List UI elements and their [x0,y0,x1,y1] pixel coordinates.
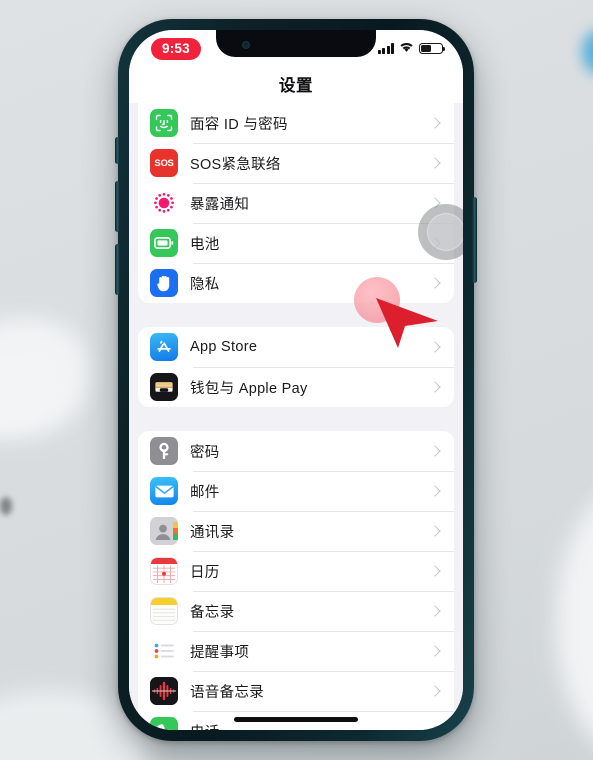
contacts-icon [150,517,178,545]
volume-down-button[interactable] [115,244,120,295]
settings-row-contacts[interactable]: 通讯录 [138,511,454,551]
chevron-right-icon [429,445,441,457]
settings-row-passwords[interactable]: 密码 [138,431,454,471]
settings-row-label: 电池 [190,236,220,253]
mute-switch-button[interactable] [115,137,120,164]
settings-row-label: 面容 ID 与密码 [190,116,288,133]
assistive-touch-ring [427,213,463,251]
chevron-right-icon [429,525,441,537]
settings-row-wallet-apple-pay[interactable]: 钱包与 Apple Pay [138,367,454,407]
background-blur-object-right [556,480,593,760]
settings-row-voice-memos[interactable]: 语音备忘录 [138,671,454,711]
settings-row-label: 钱包与 Apple Pay [190,380,308,397]
passwords-key-icon [150,437,178,465]
face-id-icon [150,109,178,137]
settings-row-face-id[interactable]: 面容 ID 与密码 [138,103,454,143]
status-icons [377,40,446,58]
phone-screen: 9:53 设置 面容 ID 与密码 SOS SOS紧急联络 暴露通知 电池 隐私… [129,30,463,730]
reminders-icon [150,637,178,665]
settings-row-label: 语音备忘录 [190,684,264,701]
settings-row-exposure-notification[interactable]: 暴露通知 [138,183,454,223]
wallet-apple-pay-icon [150,373,178,401]
wifi-icon [399,40,414,58]
chevron-right-icon [429,485,441,497]
calendar-icon [150,557,178,585]
settings-row-battery[interactable]: 电池 [138,223,454,263]
power-button[interactable] [472,197,477,283]
settings-row-label: 通讯录 [190,524,235,541]
settings-row-sos[interactable]: SOS SOS紧急联络 [138,143,454,183]
settings-row-label: 暴露通知 [190,196,250,213]
settings-row-reminders[interactable]: 提醒事项 [138,631,454,671]
settings-row-label: 备忘录 [190,604,235,621]
settings-row-notes[interactable]: 备忘录 [138,591,454,631]
page-title: 设置 [278,76,314,95]
settings-row-label: 日历 [190,564,220,581]
voice-memos-icon [150,677,178,705]
navigation-bar: 设置 [129,64,463,103]
screenshot-scene: 9:53 设置 面容 ID 与密码 SOS SOS紧急联络 暴露通知 电池 隐私… [0,0,593,760]
chevron-right-icon [429,117,441,129]
chevron-right-icon [429,645,441,657]
status-time-recording-pill: 9:53 [151,38,201,60]
exposure-notification-icon [150,189,178,217]
mail-icon [150,477,178,505]
chevron-right-icon [429,725,441,730]
sos-icon: SOS [150,149,178,177]
phone-icon [150,717,178,730]
chevron-right-icon [429,605,441,617]
battery-icon [419,42,446,55]
group-apps: 密码 邮件 通讯录 日历 备忘录 提醒事项 语音备忘录 [138,431,454,730]
settings-row-label: 提醒事项 [190,644,250,661]
background-blue-accent [582,30,593,74]
settings-row-label: 邮件 [190,484,220,501]
display-notch [216,30,376,57]
notes-icon [150,597,178,625]
chevron-right-icon [429,157,441,169]
settings-list[interactable]: 面容 ID 与密码 SOS SOS紧急联络 暴露通知 电池 隐私 App Sto… [129,103,463,730]
settings-row-calendar[interactable]: 日历 [138,551,454,591]
settings-row-label: 密码 [190,444,220,461]
background-speck [0,497,12,515]
iphone-device: 9:53 设置 面容 ID 与密码 SOS SOS紧急联络 暴露通知 电池 隐私… [115,19,477,741]
home-indicator[interactable] [234,717,358,722]
app-store-icon [150,333,178,361]
settings-row-label: SOS紧急联络 [190,156,281,173]
group-security: 面容 ID 与密码 SOS SOS紧急联络 暴露通知 电池 隐私 [138,103,454,303]
settings-row-mail[interactable]: 邮件 [138,471,454,511]
chevron-right-icon [429,381,441,393]
chevron-right-icon [429,565,441,577]
chevron-right-icon [429,685,441,697]
front-camera-icon [242,41,250,49]
battery-settings-icon [150,229,178,257]
chevron-right-icon [429,277,441,289]
volume-up-button[interactable] [115,181,120,232]
cellular-signal-icon [377,43,394,54]
privacy-hand-icon [150,269,178,297]
mouse-cursor-arrow [372,288,442,350]
